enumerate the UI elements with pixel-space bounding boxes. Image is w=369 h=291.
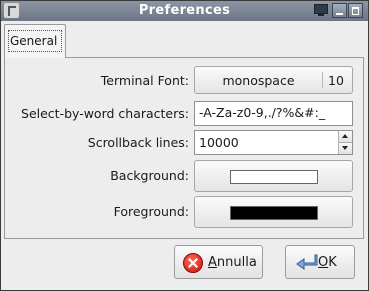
spin-down-arrow-icon[interactable] xyxy=(338,143,352,154)
foreground-label: Foreground: xyxy=(113,204,189,219)
word-chars-label: Select-by-word characters: xyxy=(21,106,189,121)
terminal-font-label: Terminal Font: xyxy=(100,73,189,88)
cancel-button[interactable]: Annulla xyxy=(174,245,263,279)
background-label: Background: xyxy=(110,168,189,183)
font-family-value: monospace xyxy=(222,73,295,88)
scrollback-value: 10000 xyxy=(199,135,239,150)
title-bar[interactable]: Preferences xyxy=(1,1,368,21)
ok-label: OK xyxy=(318,255,337,270)
background-color-button[interactable] xyxy=(194,160,353,192)
font-separator xyxy=(322,72,323,88)
ok-button[interactable]: OK xyxy=(285,245,355,279)
enter-arrow-icon xyxy=(296,254,318,270)
scrollback-spinbox[interactable]: 10000 xyxy=(194,130,353,155)
cancel-label: Annulla xyxy=(208,255,257,270)
terminal-font-button[interactable]: monospace 10 xyxy=(194,66,353,94)
foreground-color-button[interactable] xyxy=(194,196,353,228)
foreground-color-swatch xyxy=(230,206,318,220)
minimize-button[interactable] xyxy=(332,3,347,18)
scrollback-label: Scrollback lines: xyxy=(87,135,189,150)
word-chars-input[interactable]: -A-Za-z0-9,./?%&#:_ xyxy=(194,101,353,126)
tab-general[interactable]: General xyxy=(4,24,66,58)
maximize-button[interactable] xyxy=(348,3,363,18)
spin-up-arrow-icon[interactable] xyxy=(338,131,352,143)
monitor-icon[interactable] xyxy=(314,4,328,16)
window-title: Preferences xyxy=(138,3,231,18)
tab-general-label: General xyxy=(10,34,58,48)
background-color-swatch xyxy=(230,170,318,184)
font-size-value: 10 xyxy=(328,73,344,88)
cancel-icon xyxy=(183,253,203,273)
